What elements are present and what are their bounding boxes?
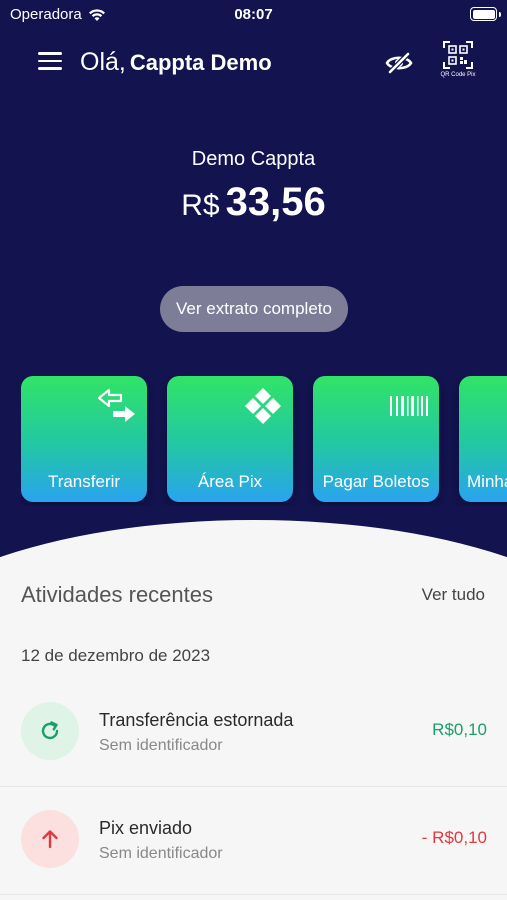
action-more[interactable]: Minha — [459, 376, 507, 502]
menu-icon[interactable] — [38, 52, 62, 70]
account-name: Demo Cappta — [191, 148, 316, 170]
divider — [0, 786, 507, 787]
hide-balance-icon[interactable] — [384, 48, 414, 78]
status-time: 08:07 — [234, 6, 273, 23]
recent-activities-title: Atividades recentes — [21, 582, 213, 607]
arrow-up-icon — [21, 810, 79, 868]
header-curve — [0, 520, 507, 560]
greeting-prefix: Olá, — [80, 48, 126, 76]
qr-code-label: QR Code Pix — [440, 72, 476, 78]
see-all-link[interactable]: Ver tudo — [422, 585, 485, 605]
balance-currency: R$ — [181, 189, 220, 222]
full-statement-button[interactable]: Ver extrato completo — [160, 286, 348, 332]
action-transfer[interactable]: Transferir — [21, 376, 147, 502]
transaction-title: Transferência estornada — [99, 710, 294, 730]
battery-icon — [470, 7, 497, 21]
transaction-amount: - R$0,10 — [421, 828, 487, 847]
status-bar: Operadora 08:07 — [0, 0, 507, 30]
transaction-row[interactable]: Pix enviado Sem identificador - R$0,10 — [0, 792, 507, 898]
action-label: Pagar Boletos — [322, 472, 430, 491]
action-label: Transferir — [47, 472, 121, 491]
action-pay-bills[interactable]: Pagar Boletos — [313, 376, 439, 502]
balance: R$ 33,56 — [0, 180, 507, 225]
action-pix[interactable]: Área Pix — [167, 376, 293, 502]
action-label: Área Pix — [197, 472, 263, 491]
action-label: Minha — [467, 472, 507, 491]
qr-code-pix-button[interactable]: QR Code Pix — [436, 40, 480, 80]
transaction-amount: R$0,10 — [432, 720, 487, 739]
divider — [0, 894, 507, 895]
refund-icon — [21, 702, 79, 760]
transfer-icon — [97, 388, 135, 422]
recent-activities-header: Atividades recentes Ver tudo — [21, 580, 487, 610]
barcode-icon — [390, 396, 428, 416]
transaction-subtitle: Sem identificador — [99, 845, 223, 862]
user-name: Cappta Demo — [129, 50, 272, 75]
qr-code-icon — [443, 41, 473, 69]
greeting: Olá, Cappta Demo — [80, 48, 272, 77]
date-group-label: 12 de dezembro de 2023 — [21, 646, 211, 665]
quick-actions: Transferir Área Pix Pagar Boletos Minha — [21, 376, 507, 506]
transaction-subtitle: Sem identificador — [99, 737, 223, 754]
pix-icon — [245, 388, 281, 424]
top-bar: Olá, Cappta Demo QR Code Pix — [0, 40, 507, 84]
balance-amount: 33,56 — [225, 180, 326, 224]
transaction-title: Pix enviado — [99, 818, 193, 838]
transaction-row[interactable]: Transferência estornada Sem identificado… — [0, 684, 507, 790]
